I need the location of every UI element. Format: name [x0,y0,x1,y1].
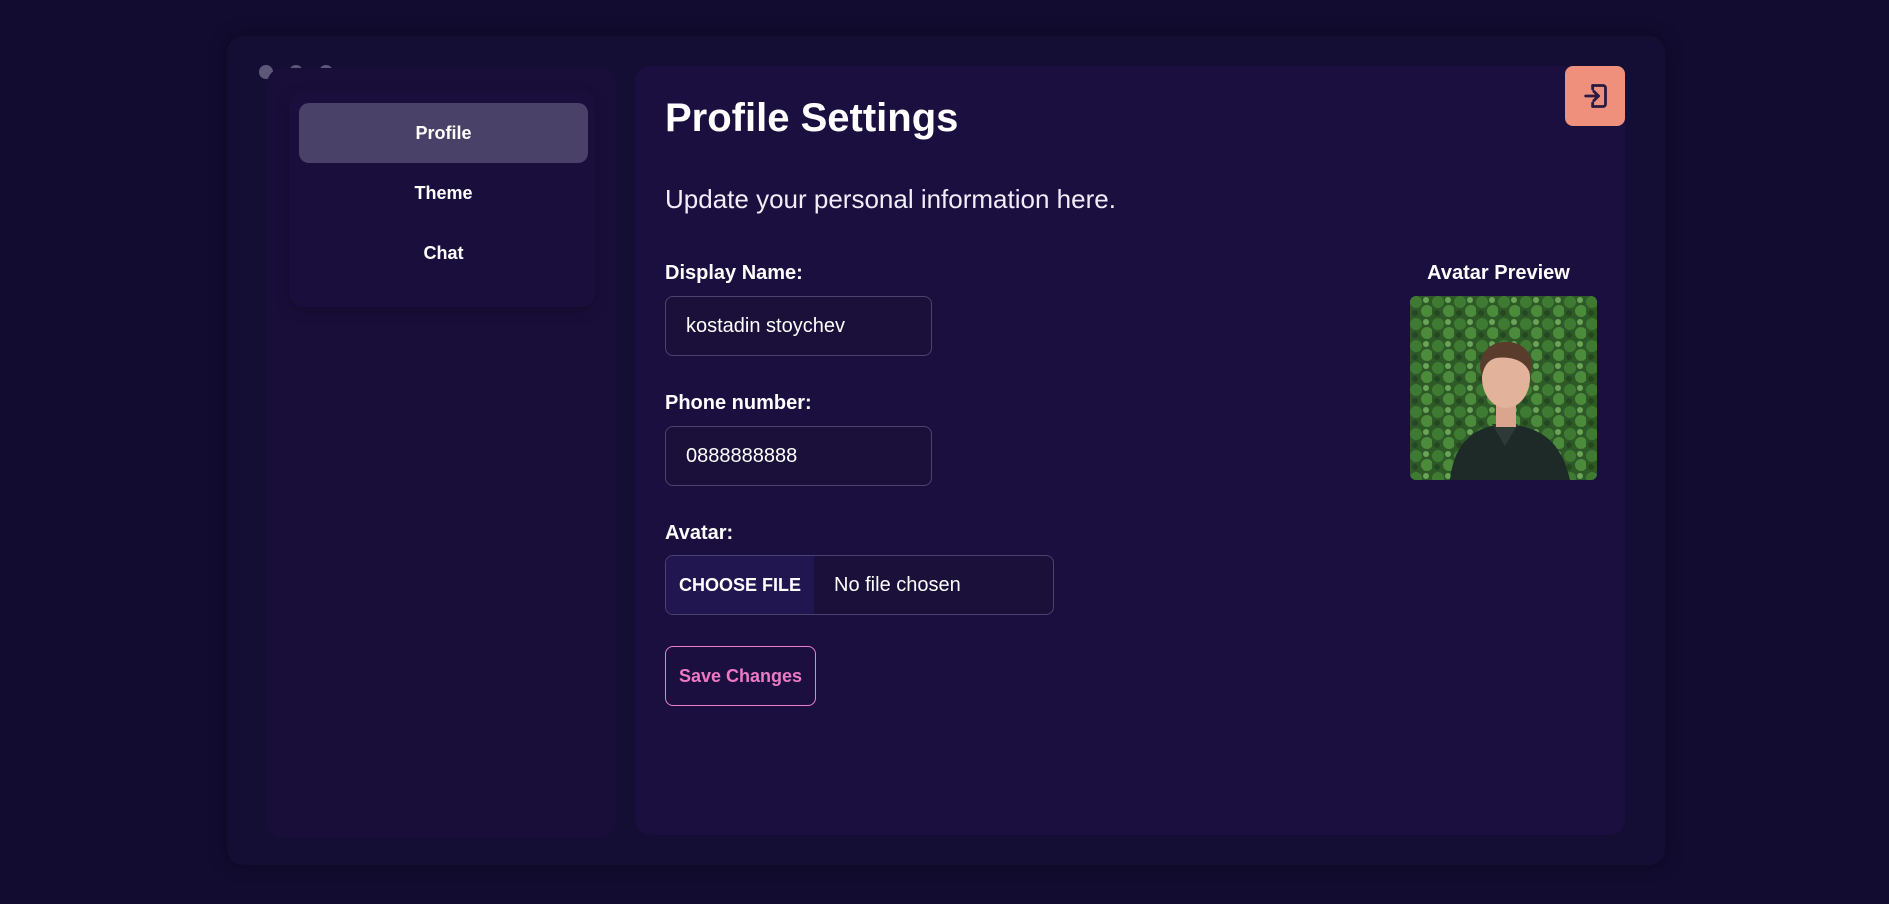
profile-settings-panel: Profile Settings Update your personal in… [635,66,1625,835]
sidebar: Profile Theme Chat [267,68,616,838]
save-changes-button[interactable]: Save Changes [665,646,816,706]
sidebar-item-label: Theme [414,182,473,203]
avatar-preview-label: Avatar Preview [1427,262,1570,284]
page-subtitle: Update your personal information here. [665,184,1116,214]
sidebar-item-chat[interactable]: Chat [299,223,588,283]
sidebar-item-theme[interactable]: Theme [299,163,588,223]
phone-number-input[interactable] [665,426,932,486]
avatar-file-input[interactable]: CHOOSE FILE No file chosen [665,555,1054,615]
page-title: Profile Settings [665,96,959,140]
choose-file-button[interactable]: CHOOSE FILE [666,556,814,614]
app-window: Profile Theme Chat Profile Settings Upda… [227,36,1665,865]
display-name-input[interactable] [665,296,932,356]
phone-number-label: Phone number: [665,392,812,414]
logout-button[interactable] [1565,66,1625,126]
sidebar-item-profile[interactable]: Profile [299,103,588,163]
settings-menu: Profile Theme Chat [289,92,595,307]
logout-icon [1584,84,1607,108]
avatar-preview-image [1410,296,1597,480]
sidebar-item-label: Chat [423,242,464,263]
display-name-label: Display Name: [665,262,803,284]
sidebar-item-label: Profile [415,122,472,143]
file-status-text: No file chosen [834,573,961,596]
avatar-label: Avatar: [665,522,734,544]
